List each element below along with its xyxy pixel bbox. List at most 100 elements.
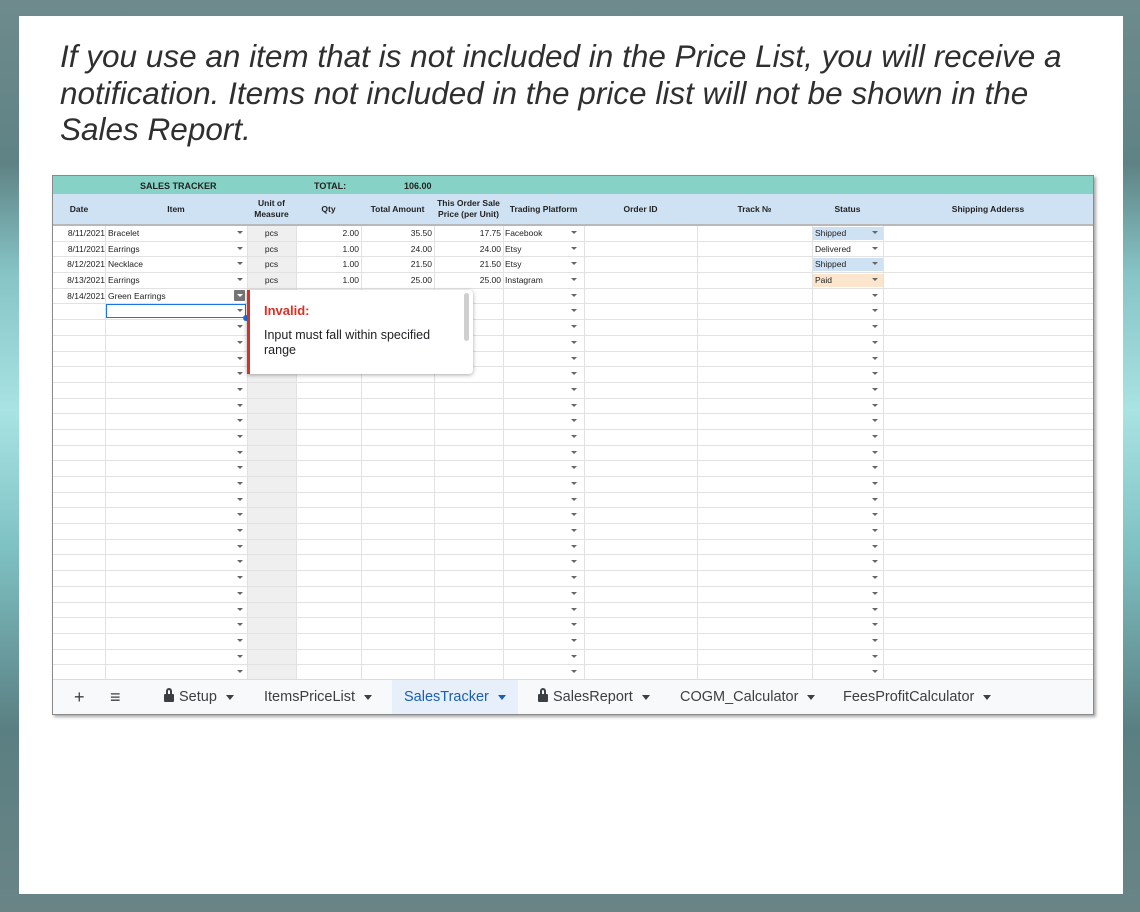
item-dropdown-arrow-icon[interactable]: [237, 576, 243, 580]
add-sheet-button[interactable]: +: [74, 680, 85, 714]
platform-dropdown-arrow-icon[interactable]: [571, 591, 577, 595]
price-cell[interactable]: 21.50: [434, 257, 501, 272]
tab-feesprofitcalculator[interactable]: FeesProfitCalculator: [843, 680, 992, 714]
item-cell[interactable]: Bracelet: [108, 226, 233, 241]
status-dropdown-arrow-icon[interactable]: [872, 544, 878, 548]
status-dropdown-arrow-icon[interactable]: [872, 372, 878, 376]
item-dropdown-arrow-icon[interactable]: [237, 466, 243, 470]
tab-salestracker[interactable]: SalesTracker: [392, 680, 518, 714]
item-dropdown-arrow-icon[interactable]: [237, 340, 243, 344]
platform-cell[interactable]: [505, 289, 575, 304]
item-dropdown-arrow-icon[interactable]: [237, 607, 243, 611]
date-cell[interactable]: 8/11/2021: [55, 226, 107, 241]
platform-cell[interactable]: Etsy: [505, 257, 575, 272]
status-dropdown-arrow-icon[interactable]: [872, 497, 878, 501]
qty-cell[interactable]: 1.00: [296, 242, 359, 257]
item-dropdown-arrow-icon[interactable]: [237, 638, 243, 642]
item-dropdown-arrow-icon[interactable]: [237, 623, 243, 627]
price-cell[interactable]: 24.00: [434, 242, 501, 257]
platform-dropdown-arrow-icon[interactable]: [571, 497, 577, 501]
item-dropdown-arrow-icon[interactable]: [237, 497, 243, 501]
status-dropdown-arrow-icon[interactable]: [872, 576, 878, 580]
status-dropdown-arrow-icon[interactable]: [872, 434, 878, 438]
item-dropdown-arrow-icon[interactable]: [237, 372, 243, 376]
platform-dropdown-arrow-icon[interactable]: [571, 450, 577, 454]
selected-cell[interactable]: [106, 304, 249, 321]
chevron-down-icon[interactable]: [497, 694, 506, 700]
platform-dropdown-arrow-icon[interactable]: [571, 246, 577, 250]
item-dropdown-arrow-icon[interactable]: [237, 278, 243, 282]
chevron-down-icon[interactable]: [983, 694, 992, 700]
qty-cell[interactable]: 1.00: [296, 257, 359, 272]
platform-dropdown-arrow-icon[interactable]: [571, 403, 577, 407]
item-dropdown-arrow-icon[interactable]: [237, 591, 243, 595]
platform-dropdown-arrow-icon[interactable]: [571, 654, 577, 658]
chevron-down-icon[interactable]: [807, 694, 816, 700]
status-dropdown-arrow-icon[interactable]: [872, 670, 878, 674]
chevron-down-icon[interactable]: [641, 694, 650, 700]
platform-dropdown-arrow-icon[interactable]: [571, 231, 577, 234]
status-dropdown-arrow-icon[interactable]: [872, 560, 878, 564]
platform-dropdown-arrow-icon[interactable]: [571, 262, 577, 266]
platform-dropdown-arrow-icon[interactable]: [571, 387, 577, 391]
date-cell[interactable]: 8/11/2021: [55, 242, 107, 257]
status-dropdown-arrow-icon[interactable]: [872, 482, 878, 485]
qty-cell[interactable]: 2.00: [296, 226, 359, 241]
platform-dropdown-arrow-icon[interactable]: [571, 434, 577, 438]
platform-dropdown-arrow-icon[interactable]: [571, 293, 577, 297]
item-dropdown-arrow-icon[interactable]: [237, 246, 243, 250]
date-cell[interactable]: 8/14/2021: [55, 289, 107, 304]
col-item[interactable]: Item: [105, 194, 247, 224]
chevron-down-icon[interactable]: [225, 694, 234, 700]
col-unit[interactable]: Unit of Measure: [247, 194, 296, 224]
col-order-id[interactable]: Order ID: [584, 194, 697, 224]
item-cell[interactable]: Earrings: [108, 273, 233, 288]
item-dropdown-arrow-icon[interactable]: [237, 513, 243, 517]
platform-dropdown-arrow-icon[interactable]: [571, 340, 577, 344]
item-dropdown-arrow-icon[interactable]: [237, 529, 243, 533]
status-dropdown-arrow-icon[interactable]: [872, 387, 878, 391]
platform-dropdown-arrow-icon[interactable]: [571, 309, 577, 313]
col-shipping-address[interactable]: Shipping Adderss: [883, 194, 1093, 224]
platform-dropdown-arrow-icon[interactable]: [571, 325, 577, 329]
status-dropdown-arrow-icon[interactable]: [872, 591, 878, 595]
status-dropdown-arrow-icon[interactable]: [872, 356, 878, 360]
status-dropdown-arrow-icon[interactable]: [872, 654, 878, 658]
platform-cell[interactable]: Etsy: [505, 242, 575, 257]
platform-cell[interactable]: Instagram: [505, 273, 575, 288]
item-cell[interactable]: Necklace: [108, 257, 233, 272]
unit-cell[interactable]: pcs: [247, 257, 296, 272]
status-dropdown-arrow-icon[interactable]: [872, 325, 878, 329]
tab-cogm-calculator[interactable]: COGM_Calculator: [680, 680, 816, 714]
item-dropdown-arrow-icon[interactable]: [237, 356, 243, 360]
col-qty[interactable]: Qty: [296, 194, 361, 224]
item-dropdown-arrow-icon[interactable]: [237, 325, 243, 329]
platform-dropdown-arrow-icon[interactable]: [571, 356, 577, 360]
platform-dropdown-arrow-icon[interactable]: [571, 544, 577, 548]
item-cell[interactable]: Earrings: [108, 242, 233, 257]
item-dropdown-arrow-icon[interactable]: [237, 670, 243, 674]
item-dropdown-arrow-icon[interactable]: [237, 450, 243, 454]
platform-dropdown-arrow-icon[interactable]: [571, 560, 577, 564]
item-dropdown-arrow-icon[interactable]: [237, 544, 243, 548]
platform-dropdown-arrow-icon[interactable]: [571, 638, 577, 642]
status-dropdown-arrow-icon[interactable]: [872, 309, 878, 313]
status-dropdown-arrow-icon[interactable]: [872, 638, 878, 642]
date-cell[interactable]: 8/13/2021: [55, 273, 107, 288]
popup-scrollbar[interactable]: [464, 293, 469, 341]
unit-cell[interactable]: pcs: [247, 273, 296, 288]
item-dropdown-button[interactable]: [234, 290, 245, 301]
platform-dropdown-arrow-icon[interactable]: [571, 466, 577, 470]
status-dropdown-arrow-icon[interactable]: [872, 231, 878, 234]
status-dropdown-arrow-icon[interactable]: [872, 293, 878, 297]
platform-dropdown-arrow-icon[interactable]: [571, 576, 577, 580]
platform-dropdown-arrow-icon[interactable]: [571, 278, 577, 282]
platform-dropdown-arrow-icon[interactable]: [571, 529, 577, 533]
col-status[interactable]: Status: [812, 194, 883, 224]
status-dropdown-arrow-icon[interactable]: [872, 529, 878, 533]
total-cell[interactable]: 35.50: [361, 226, 432, 241]
date-cell[interactable]: 8/12/2021: [55, 257, 107, 272]
tab-itemspricelist[interactable]: ItemsPriceList: [264, 680, 373, 714]
status-dropdown-arrow-icon[interactable]: [872, 262, 878, 266]
tab-setup[interactable]: Setup: [164, 680, 234, 714]
